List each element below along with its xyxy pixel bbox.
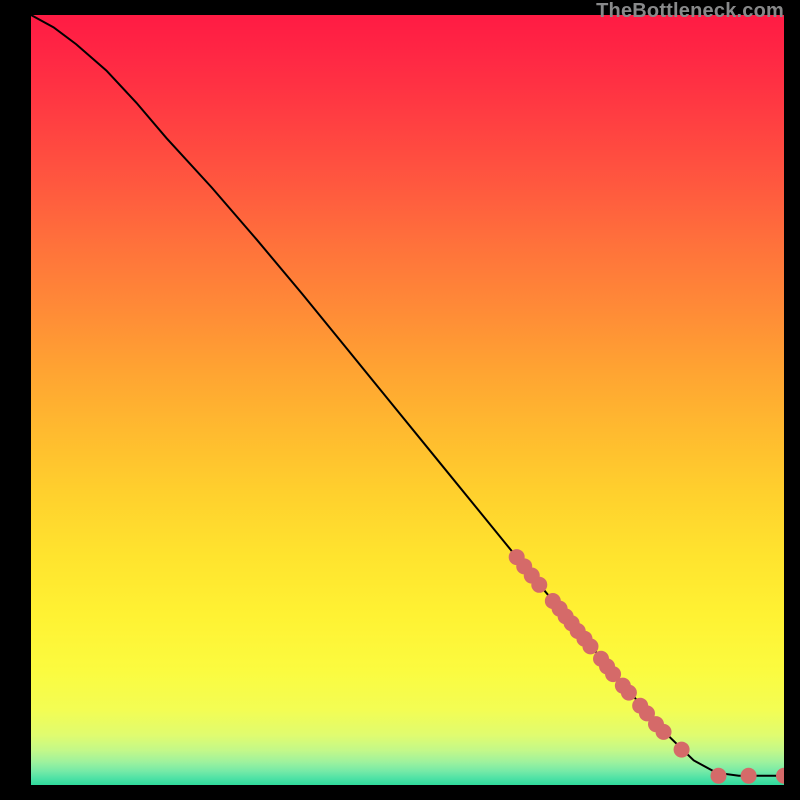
data-marker (621, 685, 637, 701)
watermark-label: TheBottleneck.com (596, 0, 784, 23)
plot-background (31, 15, 784, 785)
data-marker (531, 577, 547, 593)
data-marker (710, 768, 726, 784)
data-marker (656, 724, 672, 740)
data-marker (582, 638, 598, 654)
data-marker (674, 742, 690, 758)
chart-plot (31, 15, 784, 785)
chart-stage: TheBottleneck.com (0, 0, 800, 800)
data-marker (741, 768, 757, 784)
